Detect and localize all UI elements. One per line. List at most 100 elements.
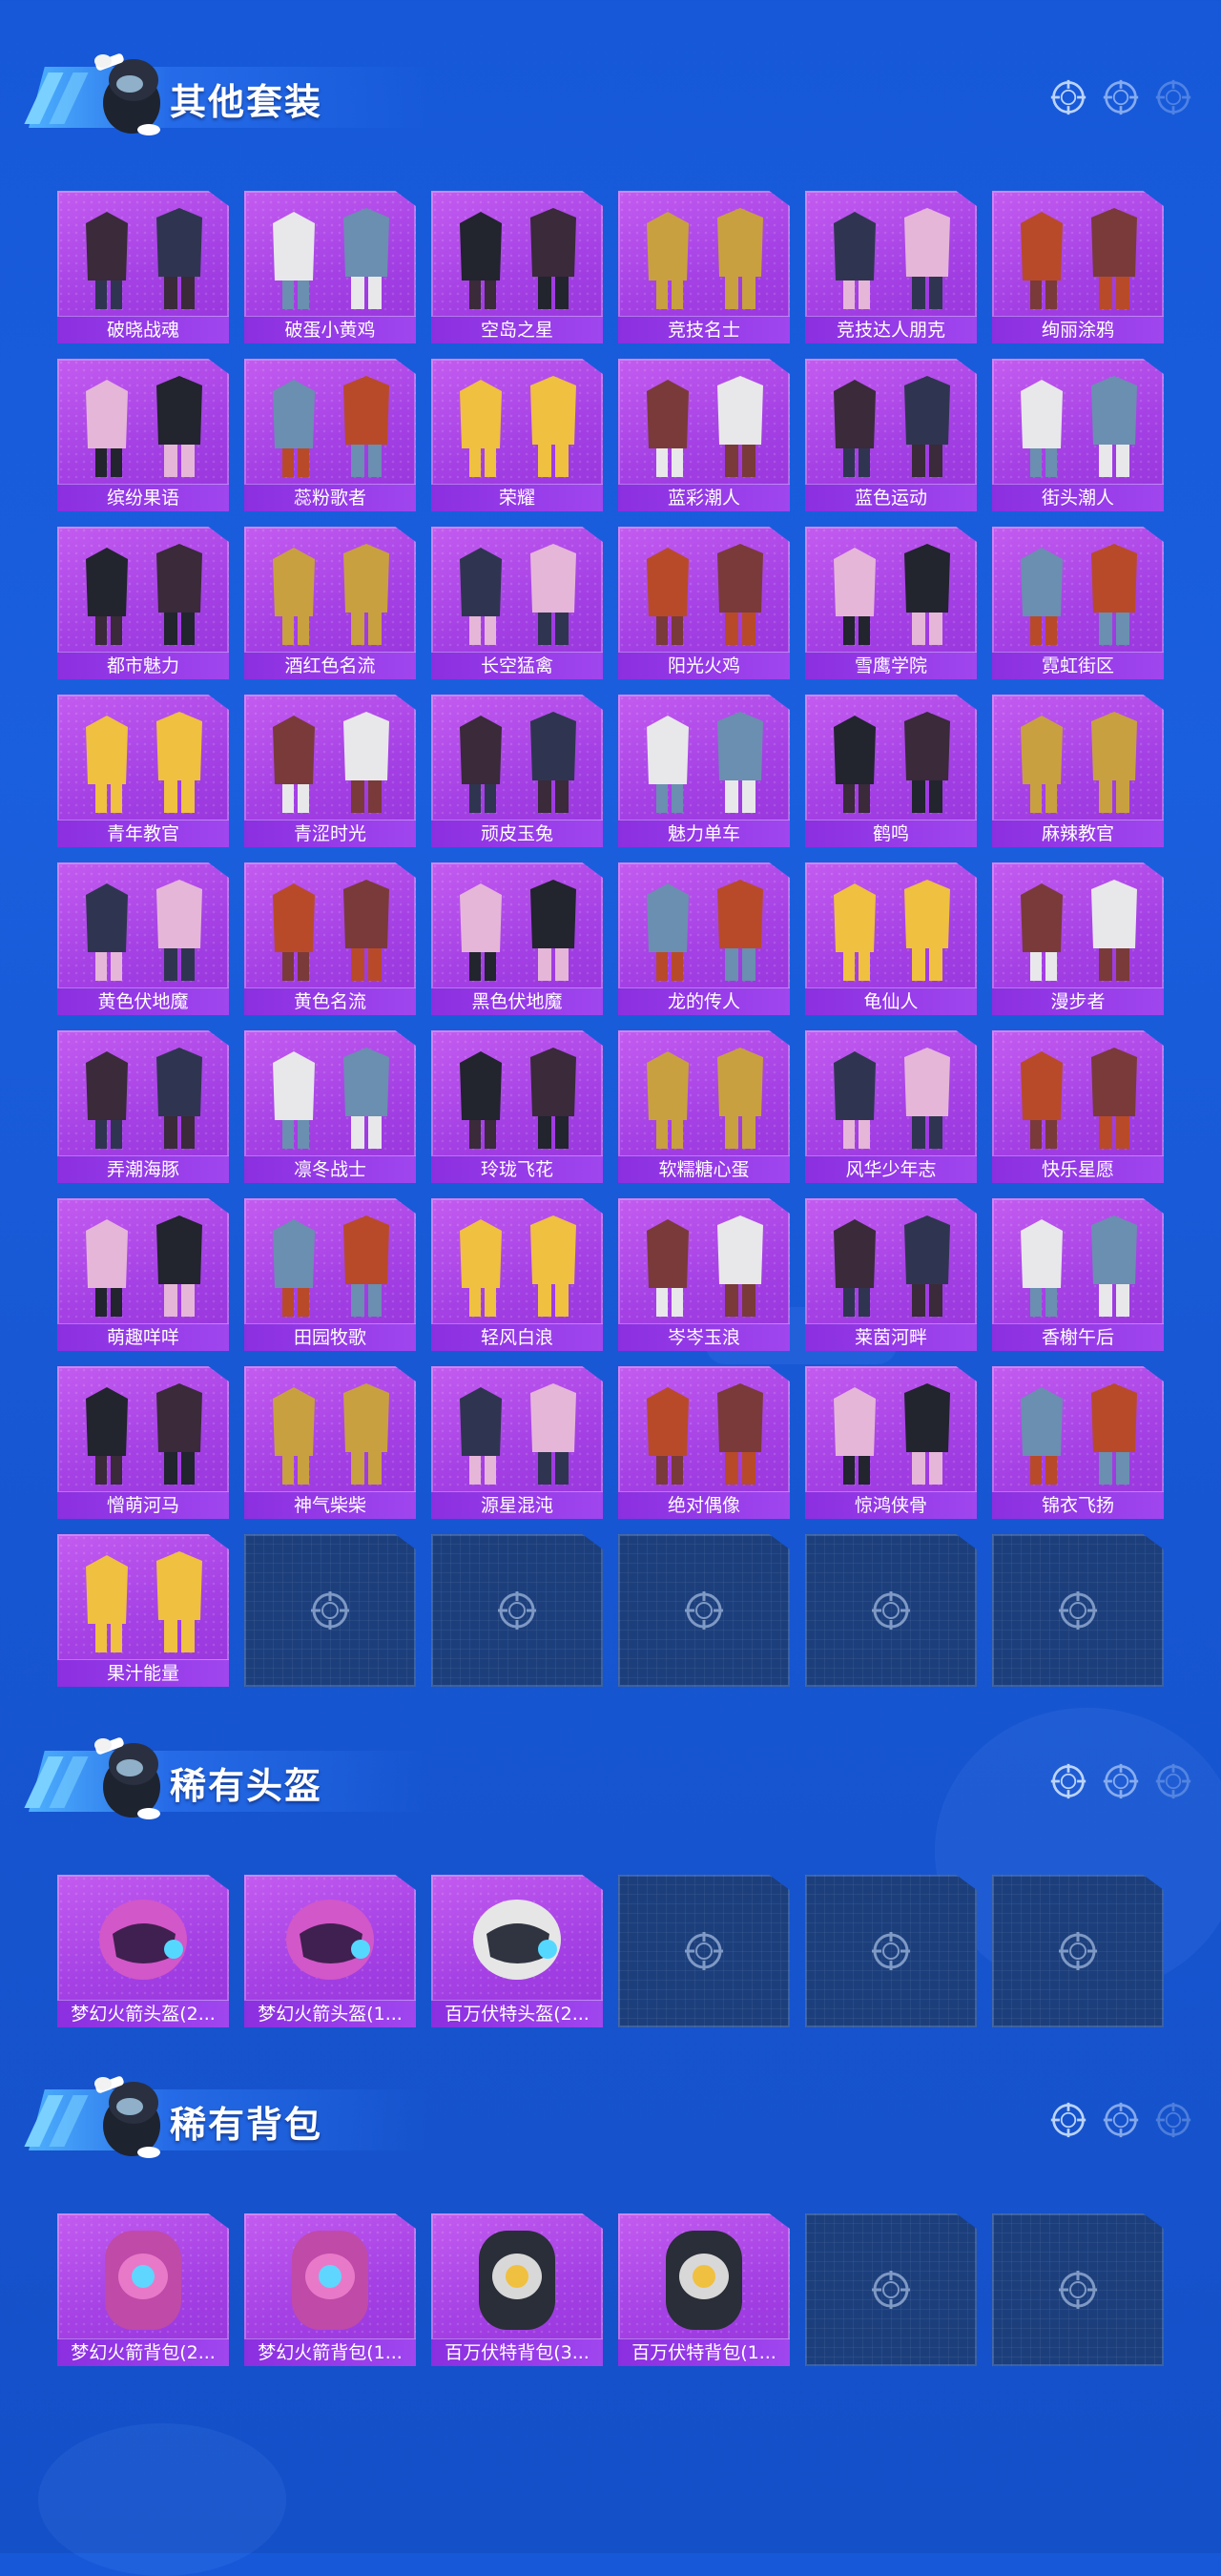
item-card[interactable]: 锦衣飞扬 [992,1366,1164,1519]
item-card[interactable]: 岑岑玉浪 [618,1198,790,1351]
item-name: 萌趣咩咩 [57,1323,229,1351]
outfit-icon [647,1215,763,1317]
item-card[interactable]: 蕊粉歌者 [244,359,416,511]
item-card[interactable]: 快乐星愿 [992,1030,1164,1183]
item-name: 凛冬战士 [244,1155,416,1183]
target-icon [1059,1591,1097,1630]
item-name: 阳光火鸡 [618,652,790,679]
item-card[interactable]: 弄潮海豚 [57,1030,229,1183]
item-name: 梦幻火箭头盔(1... [244,2000,416,2027]
item-name: 梦幻火箭背包(1... [244,2338,416,2366]
item-card[interactable]: 黄色名流 [244,862,416,1015]
item-card[interactable]: 街头潮人 [992,359,1164,511]
item-name: 黄色伏地魔 [57,987,229,1015]
item-card[interactable]: 黑色伏地魔 [431,862,603,1015]
item-card[interactable]: 梦幻火箭头盔(1... [244,1875,416,2027]
item-card[interactable]: 绚丽涂鸦 [992,191,1164,343]
target-icon [1050,1763,1086,1799]
item-card[interactable]: 雪鹰学院 [805,527,977,679]
item-card[interactable]: 萌趣咩咩 [57,1198,229,1351]
item-card[interactable]: 果汁能量 [57,1534,229,1687]
outfit-icon [1021,1383,1137,1485]
item-name: 梦幻火箭背包(2... [57,2338,229,2366]
item-card[interactable]: 香榭午后 [992,1198,1164,1351]
item-card[interactable]: 龟仙人 [805,862,977,1015]
outfit-icon [86,1215,202,1317]
item-card[interactable]: 百万伏特背包(1... [618,2213,790,2366]
item-card[interactable]: 轻风白浪 [431,1198,603,1351]
item-card[interactable]: 荣耀 [431,359,603,511]
item-card[interactable]: 竞技名士 [618,191,790,343]
item-card[interactable]: 顽皮玉兔 [431,695,603,847]
item-name: 源星混沌 [431,1491,603,1519]
item-card[interactable]: 都市魅力 [57,527,229,679]
item-card[interactable]: 莱茵河畔 [805,1198,977,1351]
item-card[interactable]: 青年教官 [57,695,229,847]
item-card[interactable]: 长空猛禽 [431,527,603,679]
outfit-icon [834,208,950,309]
item-name: 蓝色运动 [805,484,977,511]
item-name: 麻辣教官 [992,820,1164,847]
outfit-icon [86,712,202,813]
item-card[interactable]: 百万伏特头盔(2... [431,1875,603,2027]
outfit-icon [1021,880,1137,981]
header-target-icons [1049,78,1192,120]
item-card[interactable]: 蓝彩潮人 [618,359,790,511]
item-card[interactable]: 惊鸿侠骨 [805,1366,977,1519]
item-card[interactable]: 黄色伏地魔 [57,862,229,1015]
item-card[interactable]: 竞技达人朋克 [805,191,977,343]
item-name: 绝对偶像 [618,1491,790,1519]
outfit-icon [460,880,576,981]
item-card[interactable]: 梦幻火箭背包(1... [244,2213,416,2366]
helmet-icon [286,1900,374,1980]
item-card[interactable]: 百万伏特背包(3... [431,2213,603,2366]
item-card[interactable]: 风华少年志 [805,1030,977,1183]
item-card[interactable]: 梦幻火箭背包(2... [57,2213,229,2366]
item-card[interactable]: 酒红色名流 [244,527,416,679]
header-target-icons [1049,2101,1192,2143]
item-card[interactable]: 田园牧歌 [244,1198,416,1351]
item-card[interactable]: 绝对偶像 [618,1366,790,1519]
outfit-icon [834,1383,950,1485]
item-name: 香榭午后 [992,1323,1164,1351]
target-icon [1059,2271,1097,2309]
item-card[interactable]: 破蛋小黄鸡 [244,191,416,343]
item-card[interactable]: 憎萌河马 [57,1366,229,1519]
item-name: 神气柴柴 [244,1491,416,1519]
item-card[interactable]: 漫步者 [992,862,1164,1015]
backpack-icon [292,2231,368,2330]
empty-slot [244,1534,416,1687]
target-icon [685,1932,723,1970]
item-card[interactable]: 缤纷果语 [57,359,229,511]
outfit-icon [86,544,202,645]
item-card[interactable]: 蓝色运动 [805,359,977,511]
item-card[interactable]: 鹤鸣 [805,695,977,847]
item-card[interactable]: 霓虹街区 [992,527,1164,679]
item-card[interactable]: 梦幻火箭头盔(2... [57,1875,229,2027]
item-card[interactable]: 青涩时光 [244,695,416,847]
outfit-icon [647,712,763,813]
item-name: 百万伏特头盔(2... [431,2000,603,2027]
item-card[interactable]: 阳光火鸡 [618,527,790,679]
outfit-icon [647,208,763,309]
item-name: 顽皮玉兔 [431,820,603,847]
outfit-icon [647,880,763,981]
item-name: 果汁能量 [57,1659,229,1687]
item-card[interactable]: 源星混沌 [431,1366,603,1519]
item-card[interactable]: 龙的传人 [618,862,790,1015]
item-name: 弄潮海豚 [57,1155,229,1183]
item-name: 竞技名士 [618,316,790,343]
item-card[interactable]: 玲珑飞花 [431,1030,603,1183]
item-card[interactable]: 空岛之星 [431,191,603,343]
item-card[interactable]: 麻辣教官 [992,695,1164,847]
target-icon [872,2271,910,2309]
section-header-outfits: 其他套装 [24,38,1192,143]
item-card[interactable]: 魅力单车 [618,695,790,847]
item-card[interactable]: 凛冬战士 [244,1030,416,1183]
section-title: 稀有头盔 [170,1765,323,1807]
item-card[interactable]: 神气柴柴 [244,1366,416,1519]
outfit-icon [460,376,576,477]
outfit-icon [460,1048,576,1149]
item-card[interactable]: 破晓战魂 [57,191,229,343]
item-card[interactable]: 软糯糖心蛋 [618,1030,790,1183]
